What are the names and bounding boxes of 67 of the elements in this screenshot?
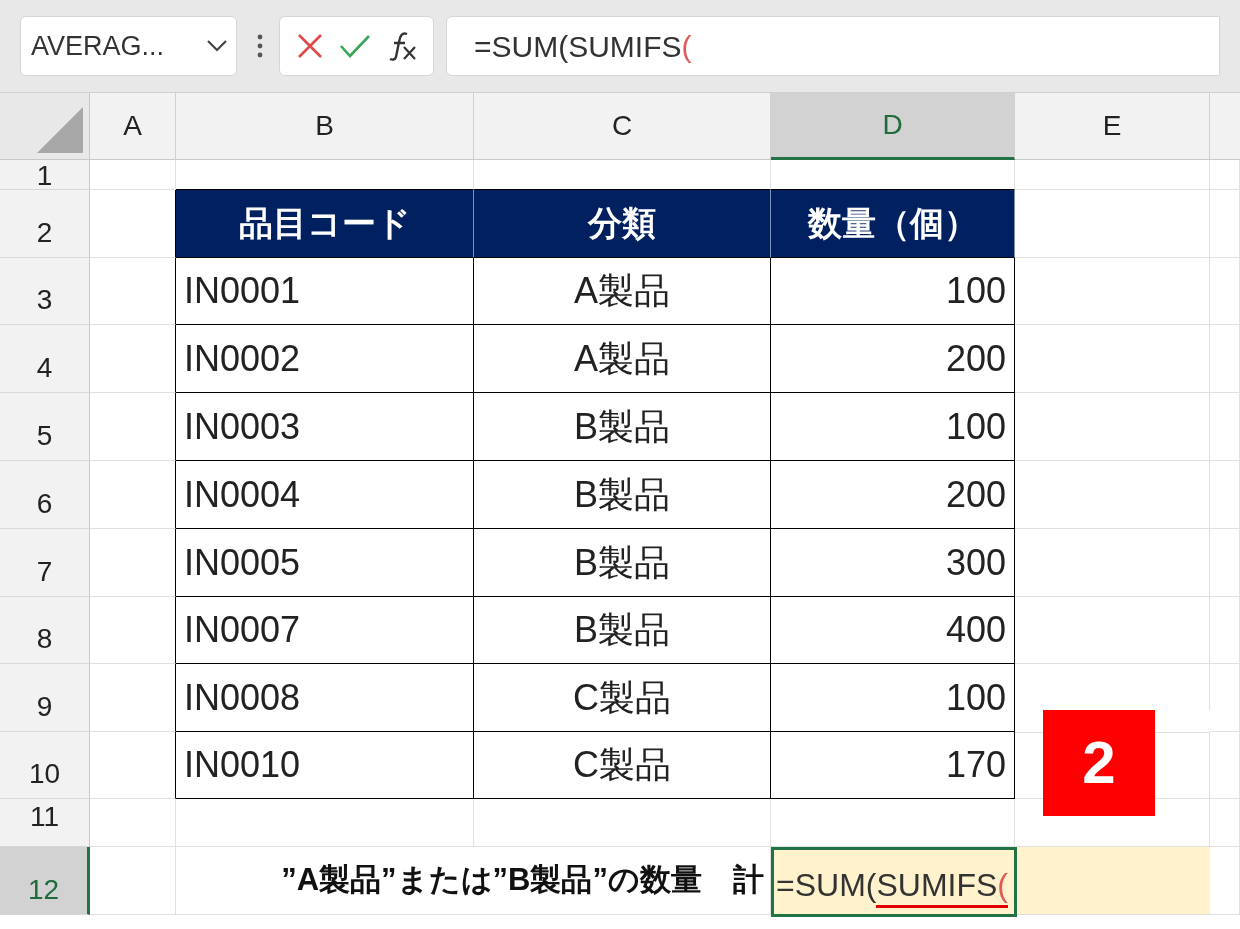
function-icon[interactable] <box>387 31 418 61</box>
table-cell: IN0003 <box>176 393 474 461</box>
table-cell: IN0001 <box>176 258 474 325</box>
table-cell: 100 <box>771 258 1015 325</box>
table-cell: C製品 <box>474 732 771 799</box>
triangle-icon <box>37 107 83 153</box>
grid-cell[interactable] <box>90 529 176 597</box>
column-header[interactable]: D <box>771 93 1015 160</box>
table-cell: IN0004 <box>176 461 474 529</box>
cell-editor[interactable]: =SUM(SUMIFS( <box>771 852 1008 909</box>
table-cell: IN0002 <box>176 325 474 393</box>
table-cell: IN0010 <box>176 732 474 799</box>
check-icon[interactable] <box>339 33 372 59</box>
column-header[interactable]: B <box>176 93 474 160</box>
column-header[interactable]: A <box>90 93 176 160</box>
column-header[interactable] <box>1210 93 1240 160</box>
row-header[interactable]: 1 <box>0 160 90 190</box>
table-cell: 200 <box>771 325 1015 393</box>
grid-cell[interactable] <box>90 325 176 393</box>
chevron-down-icon[interactable] <box>206 39 228 53</box>
table-cell: C製品 <box>474 664 771 732</box>
grid-cell[interactable] <box>90 393 176 461</box>
more-icon[interactable] <box>257 34 263 58</box>
row-header[interactable]: 3 <box>0 258 90 325</box>
table-cell: B製品 <box>474 529 771 597</box>
table-cell: A製品 <box>474 325 771 393</box>
row-header[interactable]: 7 <box>0 529 90 597</box>
table-cell: 100 <box>771 664 1015 732</box>
grid-cell[interactable] <box>90 664 176 732</box>
row-header[interactable]: 11 <box>0 799 90 847</box>
row-header[interactable]: 9 <box>0 664 90 732</box>
row-header[interactable]: 8 <box>0 597 90 664</box>
grid-cell[interactable] <box>90 597 176 664</box>
row-header[interactable]: 2 <box>0 190 90 258</box>
table-cell: 300 <box>771 529 1015 597</box>
name-box[interactable]: AVERAG... <box>20 16 237 76</box>
table-cell: 200 <box>771 461 1015 529</box>
grid-cell[interactable] <box>90 258 176 325</box>
table-cell: 400 <box>771 597 1015 664</box>
select-all-button[interactable] <box>0 93 90 160</box>
formula-field[interactable]: =SUM(SUMIFS( <box>446 16 1220 76</box>
row-header[interactable]: 5 <box>0 393 90 461</box>
grid-cell[interactable]: ”A製品”または”B製品”の数量 計 <box>176 847 771 915</box>
table-cell: IN0007 <box>176 597 474 664</box>
row-header[interactable]: 10 <box>0 732 90 799</box>
column-header[interactable]: C <box>474 93 771 160</box>
table-cell: 100 <box>771 393 1015 461</box>
row-header[interactable]: 6 <box>0 461 90 529</box>
column-header[interactable]: E <box>1015 93 1210 160</box>
row-header[interactable]: 12 <box>0 847 90 915</box>
step-badge: 2 <box>1043 710 1155 816</box>
table-cell: IN0008 <box>176 664 474 732</box>
table-header: 分類 <box>474 190 771 258</box>
table-header: 品目コード <box>176 190 474 258</box>
total-label: ”A製品”または”B製品”の数量 計 <box>281 861 764 900</box>
grid-cell[interactable]: =SUM(SUMIFS( <box>771 847 1210 915</box>
table-cell: 170 <box>771 732 1015 799</box>
table-header: 数量（個） <box>771 190 1015 258</box>
table-cell: B製品 <box>474 461 771 529</box>
table-cell: B製品 <box>474 597 771 664</box>
row-header[interactable]: 4 <box>0 325 90 393</box>
close-icon[interactable] <box>295 32 324 60</box>
table-cell: B製品 <box>474 393 771 461</box>
table-cell: IN0005 <box>176 529 474 597</box>
grid-cell[interactable] <box>90 732 176 799</box>
table-cell: A製品 <box>474 258 771 325</box>
grid-cell[interactable] <box>90 461 176 529</box>
